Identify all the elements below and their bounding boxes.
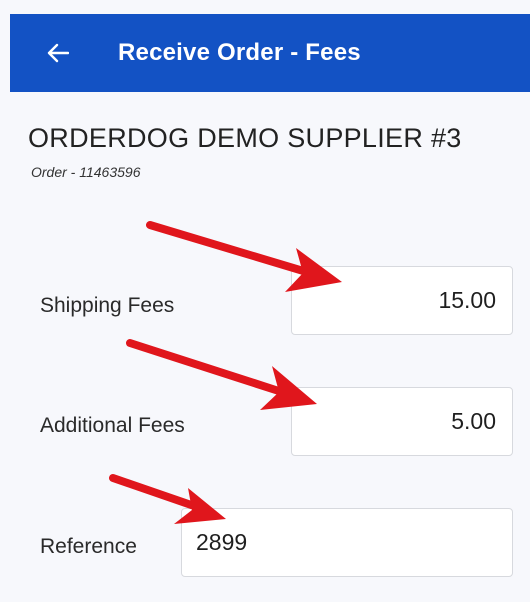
shipping-fees-label: Shipping Fees [40,294,175,317]
additional-fees-label: Additional Fees [40,414,185,437]
reference-value: 2899 [196,529,248,555]
additional-fees-value: 5.00 [451,408,496,434]
back-button[interactable] [38,33,78,73]
arrow-left-icon [47,43,69,63]
shipping-fees-value: 15.00 [438,287,496,313]
shipping-fees-input[interactable]: 15.00 [291,266,513,335]
supplier-name: ORDERDOG DEMO SUPPLIER #3 [28,123,462,153]
order-number: Order - 11463596 [31,164,141,180]
reference-label: Reference [40,535,137,558]
screen: Receive Order - Fees ORDERDOG DEMO SUPPL… [0,0,530,602]
app-bar: Receive Order - Fees [10,14,530,92]
arrow-to-additional-fees [126,339,317,410]
page-title: Receive Order - Fees [118,39,361,66]
additional-fees-input[interactable]: 5.00 [291,387,513,456]
reference-input[interactable]: 2899 [181,508,513,577]
